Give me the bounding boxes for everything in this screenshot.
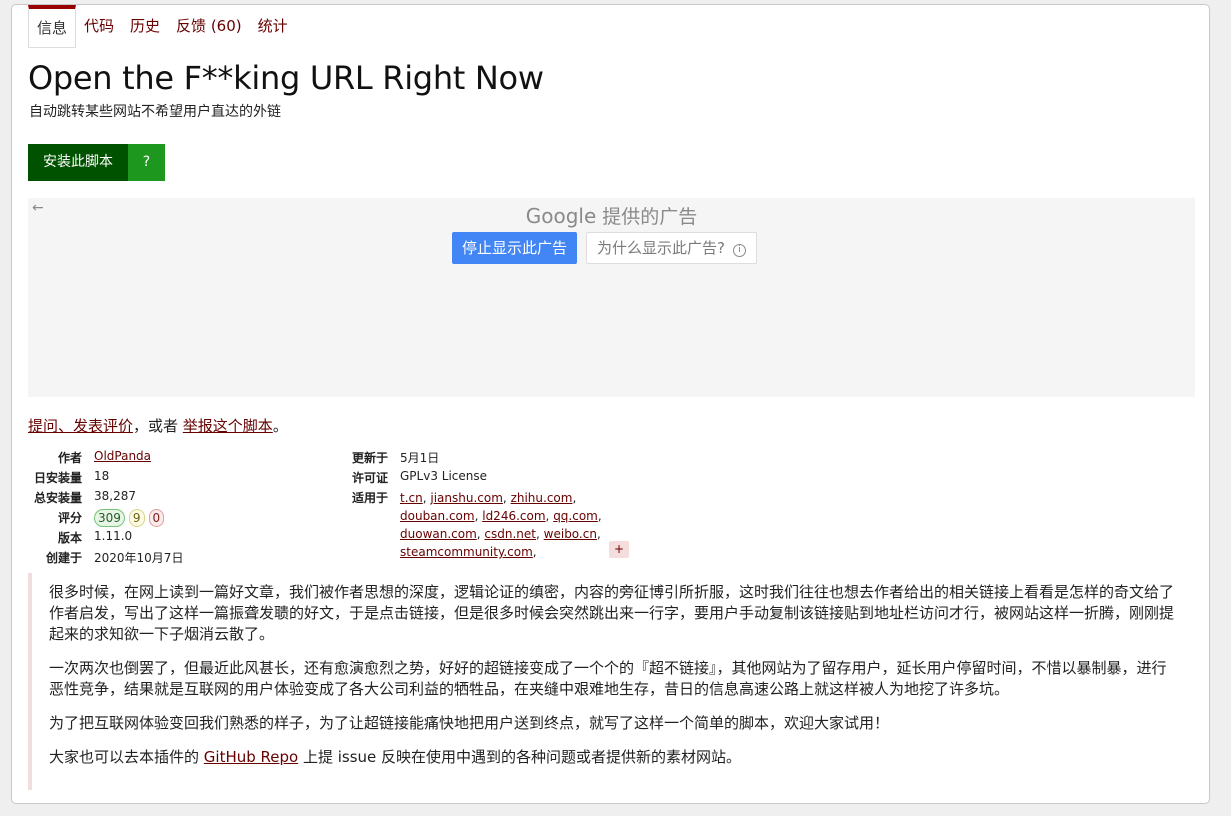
total-installs-label: 总安装量 [33,491,82,505]
meta-row-daily: 日安装量 18 [28,469,183,489]
created-value: 2020年10月7日 [94,551,184,565]
site-link[interactable]: douban.com [400,509,475,523]
license-label: 许可证 [351,471,388,485]
feedback-separator: ，或者 [133,417,183,435]
meta-row-license: 许可证 GPLv3 License [348,469,610,489]
report-script-link[interactable]: 举报这个脚本 [183,417,273,435]
tab-feedback[interactable]: 反馈 (60) [168,5,250,45]
site-link[interactable]: zhihu.com [511,491,573,505]
description-paragraph: 一次两次也倒罢了，但最近此风甚长，还有愈演愈烈之势，好好的超链接变成了一个个的『… [49,659,1167,698]
site-link[interactable]: duowan.com [400,527,477,541]
description-text: 上提 issue 反映在使用中遇到的各种问题或者提供新的素材网站。 [298,748,742,766]
description-paragraph: 很多时候，在网上读到一篇好文章，我们被作者思想的深度，逻辑论证的缜密，内容的旁征… [49,583,1175,643]
site-link[interactable]: weibo.cn [544,527,597,541]
site-link[interactable]: jianshu.com [430,491,503,505]
tab-info[interactable]: 信息 [28,5,77,48]
rating-ok-badge: 9 [128,509,145,527]
author-label: 作者 [57,451,82,465]
info-icon: i [732,244,746,257]
version-label: 版本 [57,531,82,545]
meta-row-applies: 适用于 t.cn, jianshu.com, zhihu.com, douban… [348,489,610,561]
meta-row-author: 作者 OldPanda [28,449,183,469]
rating-label: 评分 [57,511,82,525]
install-button[interactable]: 安装此脚本 [28,144,128,181]
applies-list: t.cn, jianshu.com, zhihu.com, douban.com… [400,491,602,559]
license-value: GPLv3 License [400,469,488,483]
description-paragraph: 大家也可以去本插件的 GitHub Repo 上提 issue 反映在使用中遇到… [49,747,1178,768]
meta-row-version: 版本 1.11.0 [28,529,183,549]
site-link[interactable]: steamcommunity.com [400,545,533,559]
tab-stats[interactable]: 统计 [250,5,296,45]
version-value: 1.11.0 [94,529,133,543]
total-installs-value: 38,287 [94,489,136,503]
daily-installs-label: 日安装量 [33,471,82,485]
ad-header-text: 提供的广告 [602,206,698,228]
stop-ad-button[interactable]: 停止显示此广告 [452,232,578,264]
rating-good-badge: 309 [94,509,125,527]
why-ad-label: 为什么显示此广告? [597,239,725,257]
site-link[interactable]: csdn.net [484,527,536,541]
meta-row-created: 创建于 2020年10月7日 [28,549,183,569]
feedback-line: 提问、发表评价，或者 举报这个脚本。 [28,415,288,436]
daily-installs-value: 18 [94,469,110,483]
applies-label: 适用于 [351,491,388,505]
install-group: 安装此脚本 ? [28,144,165,181]
meta-row-rating: 评分 309 9 0 [28,509,183,529]
site-link[interactable]: qq.com [553,509,598,523]
updated-label: 更新于 [351,451,388,465]
created-label: 创建于 [45,551,82,565]
script-meta-left: 作者 OldPanda 日安装量 18 总安装量 38,287 评分 309 9 0… [28,449,183,569]
google-logo: Google [525,204,597,228]
install-help-button[interactable]: ? [128,144,165,181]
ad-header: Google 提供的广告 [28,202,1195,229]
show-more-sites-button[interactable]: + [609,541,629,558]
script-meta-right: 更新于 5月1日 许可证 GPLv3 License 适用于 t.cn, jia… [348,449,610,561]
ask-review-link[interactable]: 提问、发表评价 [28,417,133,435]
site-link[interactable]: t.cn [400,491,423,505]
author-link[interactable]: OldPanda [94,449,151,463]
script-tabs: 信息 代码 历史 反馈 (60) 统计 [28,5,296,48]
site-link[interactable]: ld246.com [482,509,545,523]
description-text: 大家也可以去本插件的 [49,748,204,766]
page-subtitle: 自动跳转某些网站不希望用户直达的外链 [29,104,281,120]
description-paragraph: 为了把互联网体验变回我们熟悉的样子，为了让超链接能痛快地把用户送到终点，就写了这… [49,714,890,732]
meta-row-updated: 更新于 5月1日 [348,449,610,469]
feedback-end: 。 [272,417,288,435]
meta-row-total: 总安装量 38,287 [28,489,183,509]
github-repo-link[interactable]: GitHub Repo [204,748,298,766]
rating-bad-badge: 0 [148,509,165,527]
tab-code[interactable]: 代码 [76,5,122,45]
script-info-card: 信息 代码 历史 反馈 (60) 统计 Open the F**king URL… [11,4,1210,804]
ad-panel: ← Google 提供的广告 停止显示此广告 为什么显示此广告? i [28,198,1195,397]
why-ad-button[interactable]: 为什么显示此广告? i [586,232,757,264]
page-title: Open the F**king URL Right Now [28,59,544,97]
tab-history[interactable]: 历史 [122,5,168,45]
updated-value: 5月1日 [400,451,440,465]
script-description: 很多时候，在网上读到一篇好文章，我们被作者思想的深度，逻辑论证的缜密，内容的旁征… [28,573,1178,790]
